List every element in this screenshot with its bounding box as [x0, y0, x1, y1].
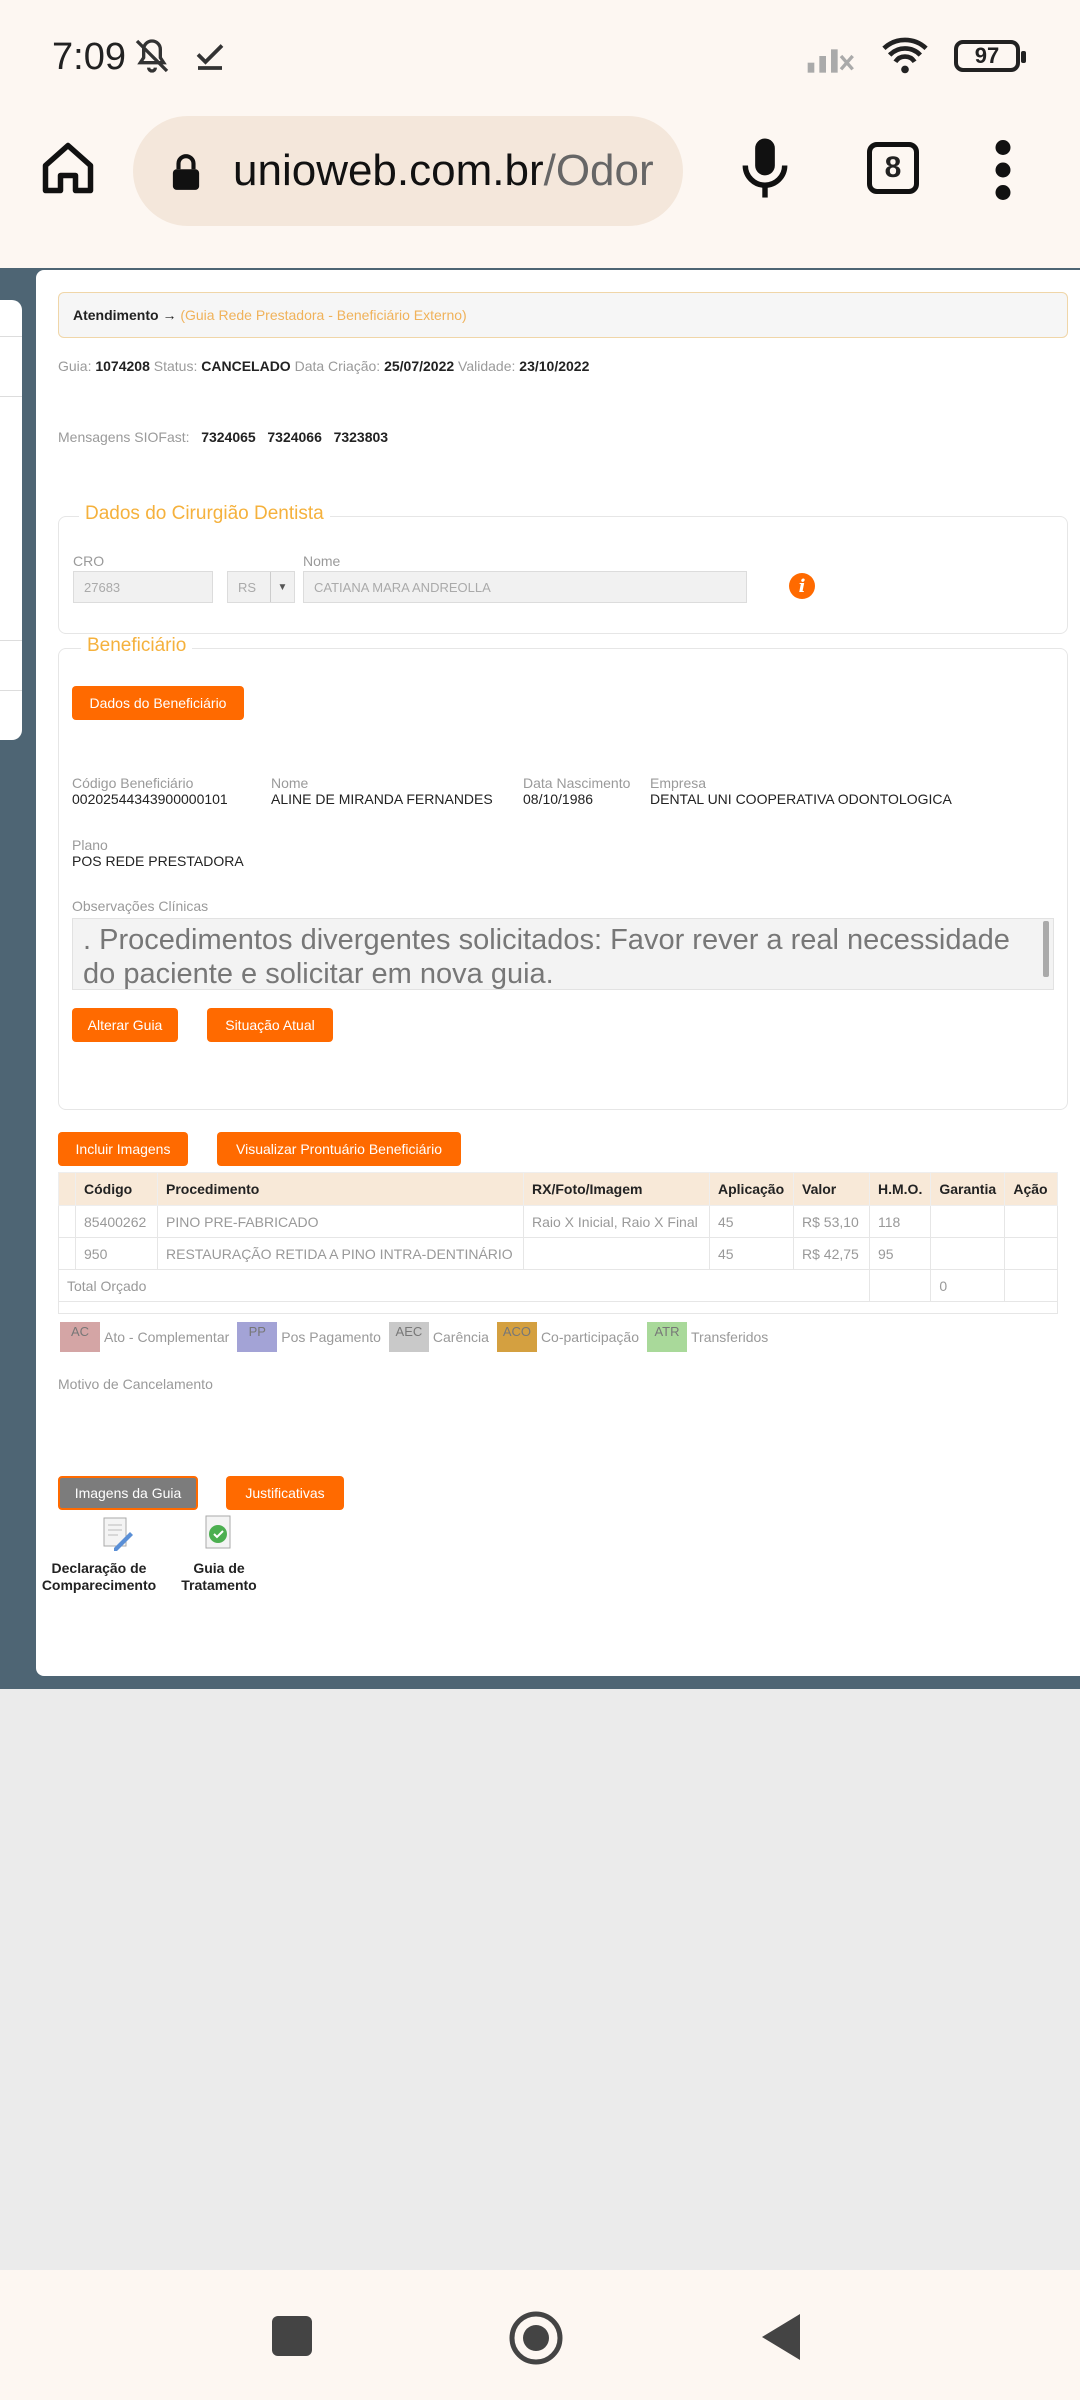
status-bar: 7:09 97 [0, 0, 1080, 110]
battery-indicator: 97 [954, 40, 1026, 72]
beneficiary-code-block: Código Beneficiário 00202544343900000101 [72, 775, 228, 807]
plan-block: Plano POS REDE PRESTADORA [72, 837, 244, 869]
uf-select[interactable]: RS ▼ [227, 571, 295, 603]
procedures-table: Código Procedimento RX/Foto/Imagem Aplic… [58, 1172, 1058, 1314]
home-circle-icon[interactable] [508, 2310, 564, 2366]
legend-swatch: ATR [647, 1322, 687, 1352]
page-top-strip [0, 246, 1080, 268]
cro-field[interactable]: 27683 [73, 571, 213, 603]
justifications-button[interactable]: Justificativas [226, 1476, 344, 1510]
birth-date: 08/10/1986 [523, 791, 594, 807]
view-records-button[interactable]: Visualizar Prontuário Beneficiário [217, 1132, 461, 1166]
status-legend: AC Ato - Complementar PP Pos Pagamento A… [60, 1322, 768, 1352]
browser-toolbar: unioweb.com.br/Odor 8 [0, 110, 1080, 246]
birth-date-block: Data Nascimento 08/10/1986 [523, 775, 631, 807]
alter-guia-button[interactable]: Alterar Guia [72, 1008, 178, 1042]
guia-validity-date: 23/10/2022 [519, 358, 590, 374]
lock-icon [172, 154, 200, 190]
guia-number: 1074208 [95, 358, 150, 374]
url-text: unioweb.com.br/Odor [233, 146, 654, 196]
beneficiary-code: 00202544343900000101 [72, 791, 228, 807]
signal-off-icon [807, 49, 854, 73]
back-triangle-icon[interactable] [760, 2312, 802, 2362]
breadcrumb-sub: (Guia Rede Prestadora - Beneficiário Ext… [180, 307, 467, 323]
company-name: DENTAL UNI COOPERATIVA ODONTOLOGICA [650, 791, 952, 807]
wifi-icon [882, 37, 928, 74]
guia-images-button[interactable]: Imagens da Guia [58, 1476, 198, 1510]
table-row[interactable]: 85400262 PINO PRE-FABRICADO Raio X Inici… [58, 1205, 1058, 1238]
include-images-button[interactable]: Incluir Imagens [58, 1132, 188, 1166]
siofast-messages: Mensagens SIOFast: 7324065 7324066 73238… [58, 429, 389, 445]
breadcrumb-main: Atendimento [73, 307, 159, 323]
url-domain: unioweb.com.br [233, 146, 544, 195]
system-nav-bar [0, 2270, 1080, 2400]
table-row[interactable]: 950 RESTAURAÇÃO RETIDA A PINO INTRA-DENT… [58, 1237, 1058, 1270]
side-panel[interactable] [0, 300, 22, 740]
home-icon[interactable] [38, 138, 98, 198]
beneficiary-legend: Beneficiário [81, 635, 193, 657]
bell-off-icon [135, 39, 169, 73]
legend-swatch: ACO [496, 1322, 537, 1352]
dentist-fieldset: Dados do Cirurgião Dentista CRO 27683 RS… [58, 503, 1068, 634]
clinical-notes-textarea[interactable]: . Procedimentos divergentes solicitados:… [72, 918, 1054, 990]
beneficiary-name: ALINE DE MIRANDA FERNANDES [271, 791, 493, 807]
more-vert-icon[interactable] [993, 140, 1013, 200]
legend-swatch: AEC [388, 1322, 429, 1352]
beneficiary-data-button[interactable]: Dados do Beneficiário [72, 686, 244, 720]
breadcrumb-arrow: → [162, 307, 177, 323]
current-status-button[interactable]: Situação Atual [207, 1008, 333, 1042]
table-total-row: Total Orçado 0 [58, 1269, 1058, 1302]
table-header-row: Código Procedimento RX/Foto/Imagem Aplic… [58, 1172, 1058, 1206]
company-block: Empresa DENTAL UNI COOPERATIVA ODONTOLOG… [650, 775, 952, 807]
document-pencil-icon[interactable] [100, 1516, 134, 1552]
dentist-legend: Dados do Cirurgião Dentista [79, 503, 330, 525]
url-path: /Odor [543, 146, 654, 195]
legend-swatch: AC [60, 1322, 100, 1352]
siofast-message[interactable]: 7324065 [201, 429, 256, 445]
tab-switcher-button[interactable]: 8 [867, 142, 919, 194]
dentist-name-field[interactable]: CATIANA MARA ANDREOLLA [303, 571, 747, 603]
clinical-notes-label: Observações Clínicas [72, 898, 209, 914]
plan-name: POS REDE PRESTADORA [72, 853, 244, 869]
textarea-scrollbar[interactable] [1043, 921, 1049, 977]
check-icon [196, 44, 224, 70]
attendance-declaration-link[interactable]: Declaração de Comparecimento [40, 1560, 158, 1594]
guia-info: Guia: 1074208 Status: CANCELADO Data Cri… [58, 358, 590, 374]
chevron-down-icon: ▼ [270, 572, 294, 602]
legend-swatch: PP [237, 1322, 278, 1352]
recents-button[interactable] [272, 2316, 312, 2356]
cancel-reason-label: Motivo de Cancelamento [58, 1376, 213, 1392]
guia-status: CANCELADO [201, 358, 291, 374]
beneficiary-name-block: Nome ALINE DE MIRANDA FERNANDES [271, 775, 493, 807]
breadcrumb: Atendimento → (Guia Rede Prestadora - Be… [58, 292, 1068, 338]
siofast-message[interactable]: 7323803 [334, 429, 389, 445]
microphone-icon[interactable] [740, 136, 790, 200]
siofast-message[interactable]: 7324066 [267, 429, 322, 445]
address-bar[interactable]: unioweb.com.br/Odor [133, 116, 683, 226]
treatment-guide-link[interactable]: Guia de Tratamento [176, 1560, 262, 1594]
main-card: Atendimento → (Guia Rede Prestadora - Be… [36, 270, 1080, 1676]
status-time: 7:09 [52, 36, 126, 78]
guia-creation-date: 25/07/2022 [384, 358, 455, 374]
info-icon[interactable]: i [789, 573, 815, 599]
document-green-icon[interactable] [202, 1514, 236, 1552]
